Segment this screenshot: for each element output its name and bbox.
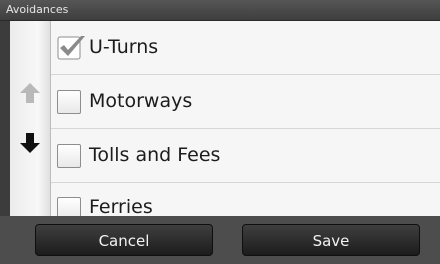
- arrow-down-icon: [20, 133, 40, 153]
- list-item-label: Tolls and Fees: [89, 144, 221, 166]
- arrow-up-icon: [20, 83, 40, 103]
- save-button[interactable]: Save: [242, 224, 420, 256]
- scroll-down-button[interactable]: [18, 131, 42, 155]
- list-item-label: Ferries: [89, 196, 153, 216]
- scroll-up-button[interactable]: [18, 81, 42, 105]
- page-title: Avoidances: [6, 3, 69, 16]
- checkbox[interactable]: [57, 197, 81, 216]
- list-item-motorways[interactable]: Motorways: [51, 75, 440, 129]
- title-bar: Avoidances: [0, 0, 440, 21]
- avoidances-list: U-Turns Motorways Tolls and Fees Ferries: [51, 21, 440, 216]
- checkbox-checked-icon[interactable]: [57, 34, 87, 60]
- list-item-label: Motorways: [89, 90, 193, 112]
- cancel-button[interactable]: Cancel: [35, 224, 213, 256]
- bottom-bar: Cancel Save: [0, 216, 440, 264]
- list-item-tolls-and-fees[interactable]: Tolls and Fees: [51, 129, 440, 183]
- list-item-label: U-Turns: [89, 36, 159, 58]
- checkbox[interactable]: [57, 90, 81, 114]
- list-item-ferries[interactable]: Ferries: [51, 183, 440, 216]
- scroll-panel: [10, 21, 51, 216]
- left-edge: [0, 21, 10, 216]
- checkbox[interactable]: [57, 144, 81, 168]
- list-item-u-turns[interactable]: U-Turns: [51, 21, 440, 75]
